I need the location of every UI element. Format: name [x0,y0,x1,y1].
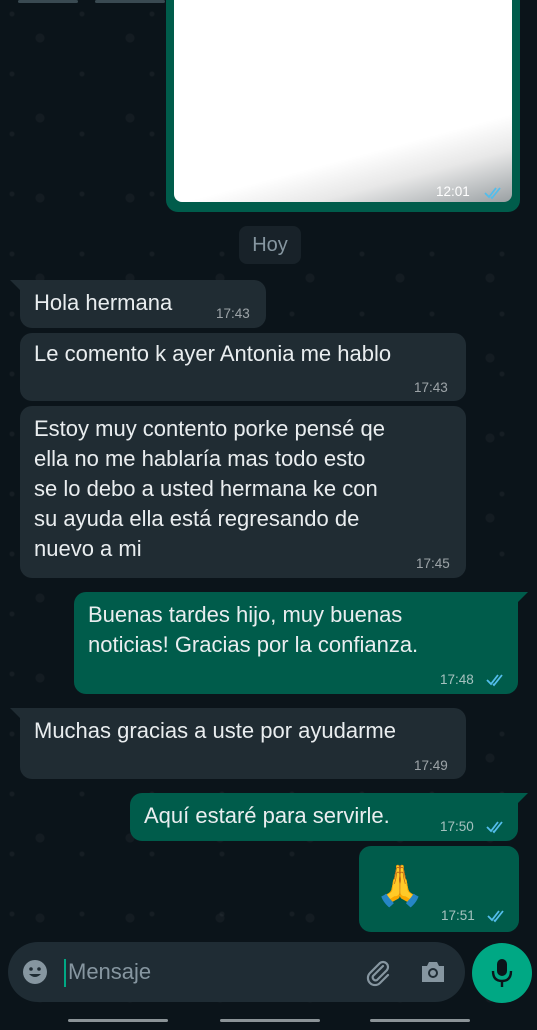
message-text: Muchas gracias a uste por ayudarme [34,718,396,743]
outgoing-message[interactable]: Aquí estaré para servirle. 17:50 [130,793,528,841]
message-time: 17:51 [441,908,475,923]
message-time: 12:01 [436,184,470,199]
message-text: Hola hermana [34,290,173,315]
emoji-icon[interactable] [22,959,48,985]
image-message[interactable]: 12:01 [166,0,520,212]
image-thumbnail[interactable] [174,0,512,202]
incoming-message[interactable]: Estoy muy contento porke pensé qe ella n… [20,406,466,578]
read-ticks-icon [484,187,501,200]
date-separator: Hoy [239,226,301,264]
message-time: 17:43 [216,306,250,321]
message-text: Buenas tardes hijo, muy buenas noticias!… [88,602,419,657]
mic-icon [491,959,513,987]
folded-hands-emoji: 🙏 [375,864,425,908]
message-input[interactable]: Mensaje [68,956,151,988]
incoming-message[interactable]: Hola hermana 17:43 [10,280,266,328]
message-time: 17:49 [414,758,448,773]
message-time: 17:50 [440,819,474,834]
mic-button[interactable] [472,943,532,1003]
read-ticks-icon [487,910,504,923]
read-ticks-icon [486,821,503,834]
read-ticks-icon [486,674,503,687]
message-time: 17:45 [416,556,450,571]
text-caret [64,959,66,987]
attach-icon[interactable] [363,958,393,988]
message-composer: Mensaje [8,942,465,1002]
message-text: Estoy muy contento porke pensé qe ella n… [34,416,385,561]
outgoing-message[interactable]: Buenas tardes hijo, muy buenas noticias!… [74,592,528,694]
message-time: 17:48 [440,672,474,687]
message-time: 17:43 [414,380,448,395]
system-nav-bar [0,1016,537,1030]
camera-icon[interactable] [419,959,447,985]
incoming-message[interactable]: Le comento k ayer Antonia me hablo 17:43 [20,333,466,401]
message-text: Aquí estaré para servirle. [144,803,390,828]
incoming-message[interactable]: Muchas gracias a uste por ayudarme 17:49 [10,708,466,779]
message-text: Le comento k ayer Antonia me hablo [34,341,392,366]
outgoing-message[interactable]: 🙏 17:51 [359,846,519,932]
